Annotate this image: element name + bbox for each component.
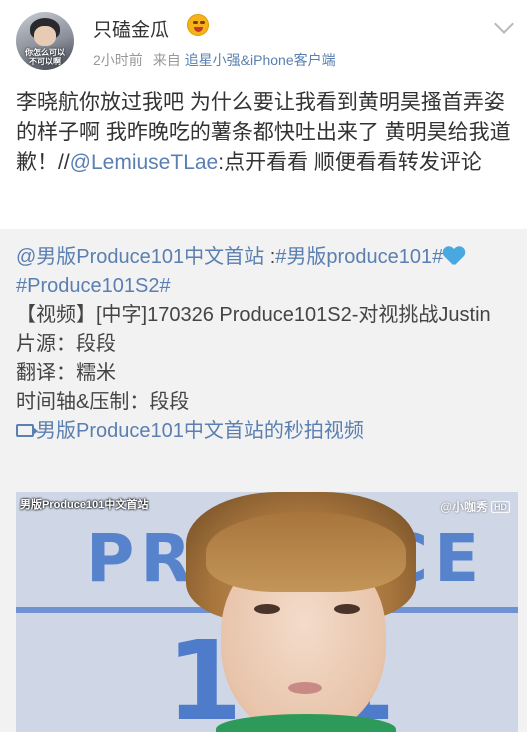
video-channel-label: 男版Produce101中文首站: [20, 499, 149, 511]
chevron-down-icon[interactable]: [494, 14, 514, 34]
source-prefix: 来自: [152, 52, 181, 68]
retweet-author-link[interactable]: @男版Produce101中文首站: [16, 246, 264, 268]
avatar-caption-line2: 不可以啊: [29, 57, 61, 66]
person-mouth: [288, 682, 322, 694]
heart-icon: [443, 247, 465, 265]
post-meta: 2小时前 来自 追星小强&iPhone客户端: [93, 50, 336, 70]
person-eye-right: [334, 604, 360, 614]
source-link[interactable]: 追星小强&iPhone客户端: [185, 52, 336, 68]
video-link[interactable]: 男版Produce101中文首站的秒拍视频: [36, 420, 364, 442]
emoji-mouth: [194, 27, 203, 32]
topic-link-2[interactable]: #Produce101S2#: [16, 275, 171, 297]
video-link-row[interactable]: 男版Produce101中文首站的秒拍视频: [16, 417, 516, 446]
retweet-line-2: 片源：段段: [16, 333, 116, 355]
retweet-colon: :: [264, 246, 276, 268]
avatar[interactable]: 你怎么可以 不可以啊: [16, 12, 74, 70]
avatar-face: [34, 26, 56, 46]
topic-link-1[interactable]: #男版produce101#: [275, 246, 443, 268]
video-thumbnail[interactable]: PRODUCE 101 男版Produce101中文首站 @小咖秀HD: [16, 492, 518, 732]
post-body: 李晓航你放过我吧 为什么要让我看到黄明昊搔首弄姿的样子啊 我昨晚吃的薯条都快吐出…: [16, 88, 514, 178]
retweet-line-4: 时间轴&压制：段段: [16, 391, 190, 413]
mention-link[interactable]: @LemiuseTLae: [70, 151, 219, 174]
username[interactable]: 只磕金瓜: [93, 15, 169, 42]
video-link-icon: [16, 424, 38, 437]
video-watermark: @小咖秀 HD: [440, 498, 510, 515]
hd-badge: HD: [491, 501, 510, 513]
retweet-card[interactable]: @男版Produce101中文首站 :#男版produce101# #Produ…: [0, 229, 527, 732]
post-header: 你怎么可以 不可以啊 只磕金瓜 2小时前 来自 追星小强&iPhone客户端: [0, 0, 527, 80]
face-emoji-icon: [187, 14, 209, 36]
post-time: 2小时前: [93, 52, 143, 68]
avatar-caption: 你怎么可以 不可以啊: [16, 48, 74, 66]
emoji-eye-left: [193, 21, 198, 24]
retweet-line-1: 【视频】[中字]170326 Produce101S2-对视挑战Justin: [16, 304, 491, 326]
person-eye-left: [254, 604, 280, 614]
retweet-header-line: @男版Produce101中文首站 :#男版produce101#: [16, 243, 516, 272]
emoji-eye-right: [200, 21, 205, 24]
watermark-text: @小咖秀: [440, 500, 488, 514]
retweet-line-3: 翻译：糯米: [16, 362, 116, 384]
post-text-part2: :点开看看 顺便看看转发评论: [218, 151, 482, 174]
retweet-text: @男版Produce101中文首站 :#男版produce101# #Produ…: [16, 243, 516, 446]
avatar-caption-line1: 你怎么可以: [25, 48, 65, 57]
person-fringe: [206, 512, 406, 592]
weibo-post: 你怎么可以 不可以啊 只磕金瓜 2小时前 来自 追星小强&iPhone客户端 李晓…: [0, 0, 527, 732]
